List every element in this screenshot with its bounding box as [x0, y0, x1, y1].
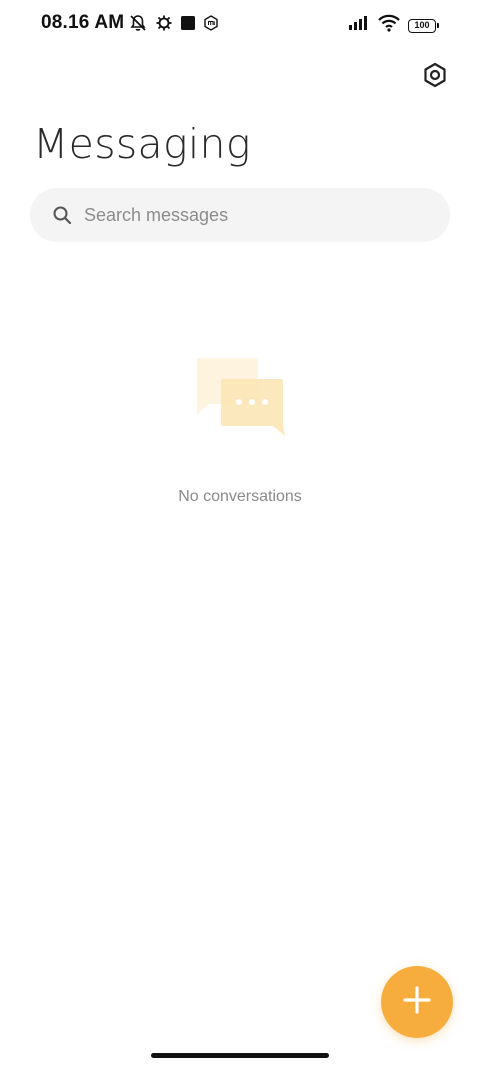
mute-notifications-icon [128, 13, 148, 33]
status-time: 08.16 AM [41, 12, 125, 33]
search-input[interactable]: Search messages [30, 188, 450, 242]
mi-shield-icon [203, 15, 219, 31]
battery-icon: 100 [408, 18, 439, 33]
new-conversation-button[interactable] [381, 966, 453, 1038]
search-icon [52, 205, 72, 225]
settings-button[interactable] [420, 62, 450, 92]
gear-hexagon-icon [422, 62, 448, 93]
signal-icon [348, 15, 370, 36]
square-app-icon [180, 15, 196, 31]
page-title: Messaging [33, 120, 251, 168]
chat-bubbles-icon [195, 356, 287, 438]
empty-state-message: No conversations [178, 488, 302, 505]
status-right-icons: 100 [348, 14, 439, 37]
search-placeholder: Search messages [84, 204, 229, 225]
debug-bug-icon [155, 14, 173, 32]
status-bar: 08.16 AM 100 [0, 0, 480, 48]
battery-level: 100 [414, 20, 430, 30]
status-left-icons [128, 13, 219, 33]
wifi-icon [378, 14, 400, 37]
home-indicator[interactable] [151, 1053, 329, 1058]
plus-icon [402, 985, 432, 1020]
